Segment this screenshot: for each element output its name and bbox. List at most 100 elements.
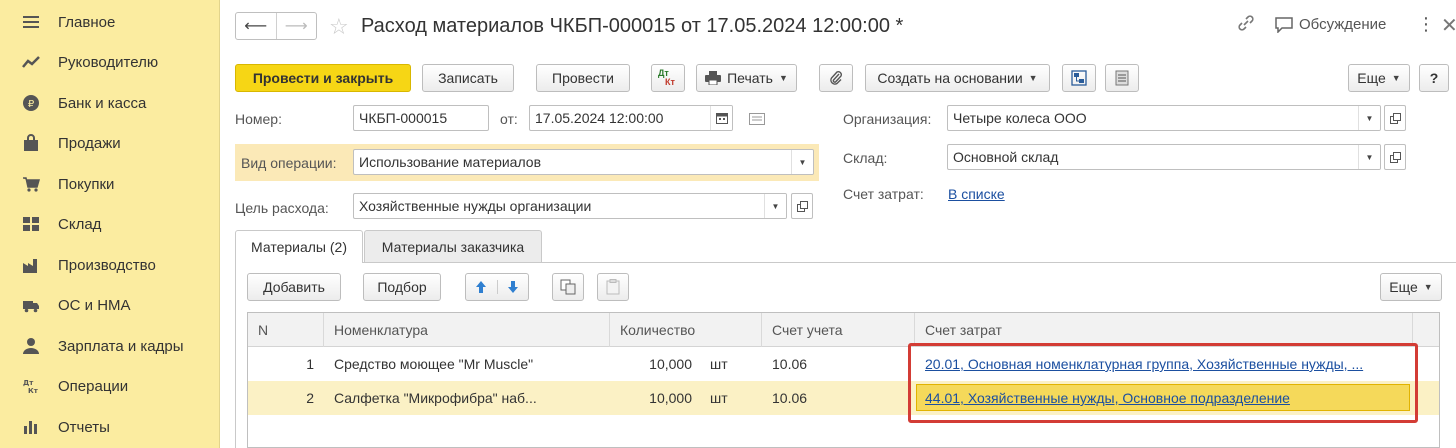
- forward-button[interactable]: ⟶: [275, 13, 317, 39]
- chevron-down-icon: ▼: [778, 73, 788, 83]
- move-down-button[interactable]: [498, 280, 529, 294]
- tab-customer-materials[interactable]: Материалы заказчика: [364, 230, 542, 262]
- paperclip-icon: [830, 71, 842, 85]
- chevron-down-icon[interactable]: ▼: [791, 150, 813, 174]
- column-header-n[interactable]: N: [248, 313, 324, 347]
- chevron-down-icon: ▼: [1391, 73, 1401, 83]
- date-field[interactable]: 17.05.2024 12:00:00: [529, 105, 733, 131]
- star-icon[interactable]: ☆: [329, 14, 349, 40]
- discussion-button[interactable]: Обсуждение: [1275, 16, 1386, 33]
- sidebar-item-reports[interactable]: Отчеты: [0, 407, 220, 447]
- sidebar-item-sales[interactable]: Продажи: [0, 123, 220, 163]
- sidebar-item-label: Зарплата и кадры: [58, 337, 184, 355]
- chevron-down-icon: ▼: [1028, 73, 1038, 83]
- operation-type-field[interactable]: Использование материалов ▼: [353, 149, 814, 175]
- annotation-highlight-box: [908, 343, 1418, 423]
- create-based-on-button[interactable]: Создать на основании ▼: [865, 64, 1050, 92]
- row-unit: шт: [710, 356, 728, 372]
- number-label: Номер:: [235, 111, 282, 127]
- cart-icon: [22, 175, 40, 193]
- list-view-button[interactable]: [1105, 64, 1139, 92]
- table-more-button[interactable]: Еще ▼: [1380, 273, 1442, 301]
- sidebar-item-manager[interactable]: Руководителю: [0, 42, 220, 82]
- open-warehouse-button[interactable]: [1384, 144, 1406, 170]
- move-up-button[interactable]: [466, 280, 498, 294]
- open-organization-button[interactable]: [1384, 105, 1406, 131]
- more-vert-icon[interactable]: ⋮: [1417, 14, 1435, 35]
- organization-field[interactable]: Четыре колеса ООО ▼: [947, 105, 1381, 131]
- column-header-cost-account[interactable]: Счет затрат: [915, 313, 1413, 347]
- coin-icon: ₽: [22, 94, 40, 112]
- back-button[interactable]: ⟵: [236, 13, 276, 39]
- purpose-field[interactable]: Хозяйственные нужды организации ▼: [353, 193, 787, 219]
- printer-icon: [705, 71, 722, 85]
- sidebar-item-warehouse[interactable]: Склад: [0, 204, 220, 244]
- nav-buttons: ⟵ ⟶: [235, 12, 317, 40]
- svg-text:Дт: Дт: [23, 379, 34, 387]
- dt-kt-icon: Дт Кт: [22, 377, 40, 395]
- print-button[interactable]: Печать ▼: [696, 64, 797, 92]
- column-header-account[interactable]: Счет учета: [762, 313, 915, 347]
- chevron-down-icon[interactable]: ▼: [764, 194, 786, 218]
- comment-icon[interactable]: [749, 112, 765, 128]
- arrow-down-icon: [507, 281, 518, 293]
- hierarchy-icon: [1071, 70, 1087, 86]
- svg-text:Кт: Кт: [28, 387, 39, 395]
- column-header-quantity[interactable]: Количество: [610, 313, 762, 347]
- sidebar-item-main[interactable]: Главное: [0, 2, 220, 42]
- sidebar-item-purchases[interactable]: Покупки: [0, 164, 220, 204]
- column-header-nomenclature[interactable]: Номенклатура: [324, 313, 610, 347]
- sidebar-item-salary[interactable]: Зарплата и кадры: [0, 326, 220, 366]
- sidebar-item-bank[interactable]: ₽ Банк и касса: [0, 83, 220, 123]
- calendar-icon[interactable]: [710, 106, 732, 130]
- post-button[interactable]: Провести: [536, 64, 630, 92]
- paste-icon: [606, 279, 620, 295]
- row-number: 2: [306, 390, 314, 406]
- arrow-left-icon: ⟵: [244, 18, 268, 35]
- discussion-label: Обсуждение: [1299, 16, 1387, 33]
- date-label: от:: [500, 111, 518, 127]
- post-and-close-button[interactable]: Провести и закрыть: [235, 64, 411, 92]
- svg-text:₽: ₽: [28, 99, 35, 110]
- warehouse-field[interactable]: Основной склад ▼: [947, 144, 1381, 170]
- sidebar-item-label: Продажи: [58, 134, 121, 152]
- move-buttons: [465, 273, 529, 301]
- trend-icon: [22, 53, 40, 71]
- help-button[interactable]: ?: [1419, 64, 1449, 92]
- row-unit: шт: [710, 390, 728, 406]
- open-purpose-button[interactable]: [791, 193, 813, 219]
- tab-materials[interactable]: Материалы (2): [235, 230, 363, 263]
- paste-button[interactable]: [597, 273, 629, 301]
- close-icon[interactable]: ✕: [1441, 13, 1456, 38]
- cost-account-link[interactable]: В списке: [948, 186, 1005, 202]
- link-icon[interactable]: [1237, 14, 1255, 32]
- open-icon: [1389, 151, 1401, 163]
- bar-chart-icon: [22, 418, 40, 436]
- sidebar-item-assets[interactable]: ОС и НМА: [0, 285, 220, 325]
- warehouse-label: Склад:: [843, 150, 888, 166]
- sidebar-item-label: Руководителю: [58, 53, 159, 71]
- sidebar-item-production[interactable]: Производство: [0, 245, 220, 285]
- attach-button[interactable]: [819, 64, 853, 92]
- row-account: 10.06: [772, 390, 808, 406]
- operation-type-label: Вид операции:: [241, 155, 337, 171]
- sidebar-item-operations[interactable]: Дт Кт Операции: [0, 366, 220, 406]
- row-item: Салфетка "Микрофибра" наб...: [334, 390, 537, 406]
- structure-button[interactable]: [1062, 64, 1096, 92]
- arrow-right-icon: ⟶: [284, 18, 308, 35]
- chevron-down-icon[interactable]: ▼: [1358, 145, 1380, 169]
- open-icon: [796, 200, 808, 212]
- copy-button[interactable]: [552, 273, 584, 301]
- sidebar-item-label: Банк и касса: [58, 94, 147, 112]
- pick-button[interactable]: Подбор: [363, 273, 441, 301]
- number-field[interactable]: ЧКБП-000015: [353, 105, 489, 131]
- dt-kt-button[interactable]: Дт Кт: [651, 64, 685, 92]
- save-button[interactable]: Записать: [422, 64, 514, 92]
- sidebar-item-label: Склад: [58, 215, 102, 233]
- sidebar-item-label: Производство: [58, 256, 156, 274]
- factory-icon: [22, 256, 40, 274]
- row-quantity: 10,000: [649, 356, 692, 372]
- add-button[interactable]: Добавить: [247, 273, 341, 301]
- chevron-down-icon[interactable]: ▼: [1358, 106, 1380, 130]
- more-button[interactable]: Еще ▼: [1348, 64, 1410, 92]
